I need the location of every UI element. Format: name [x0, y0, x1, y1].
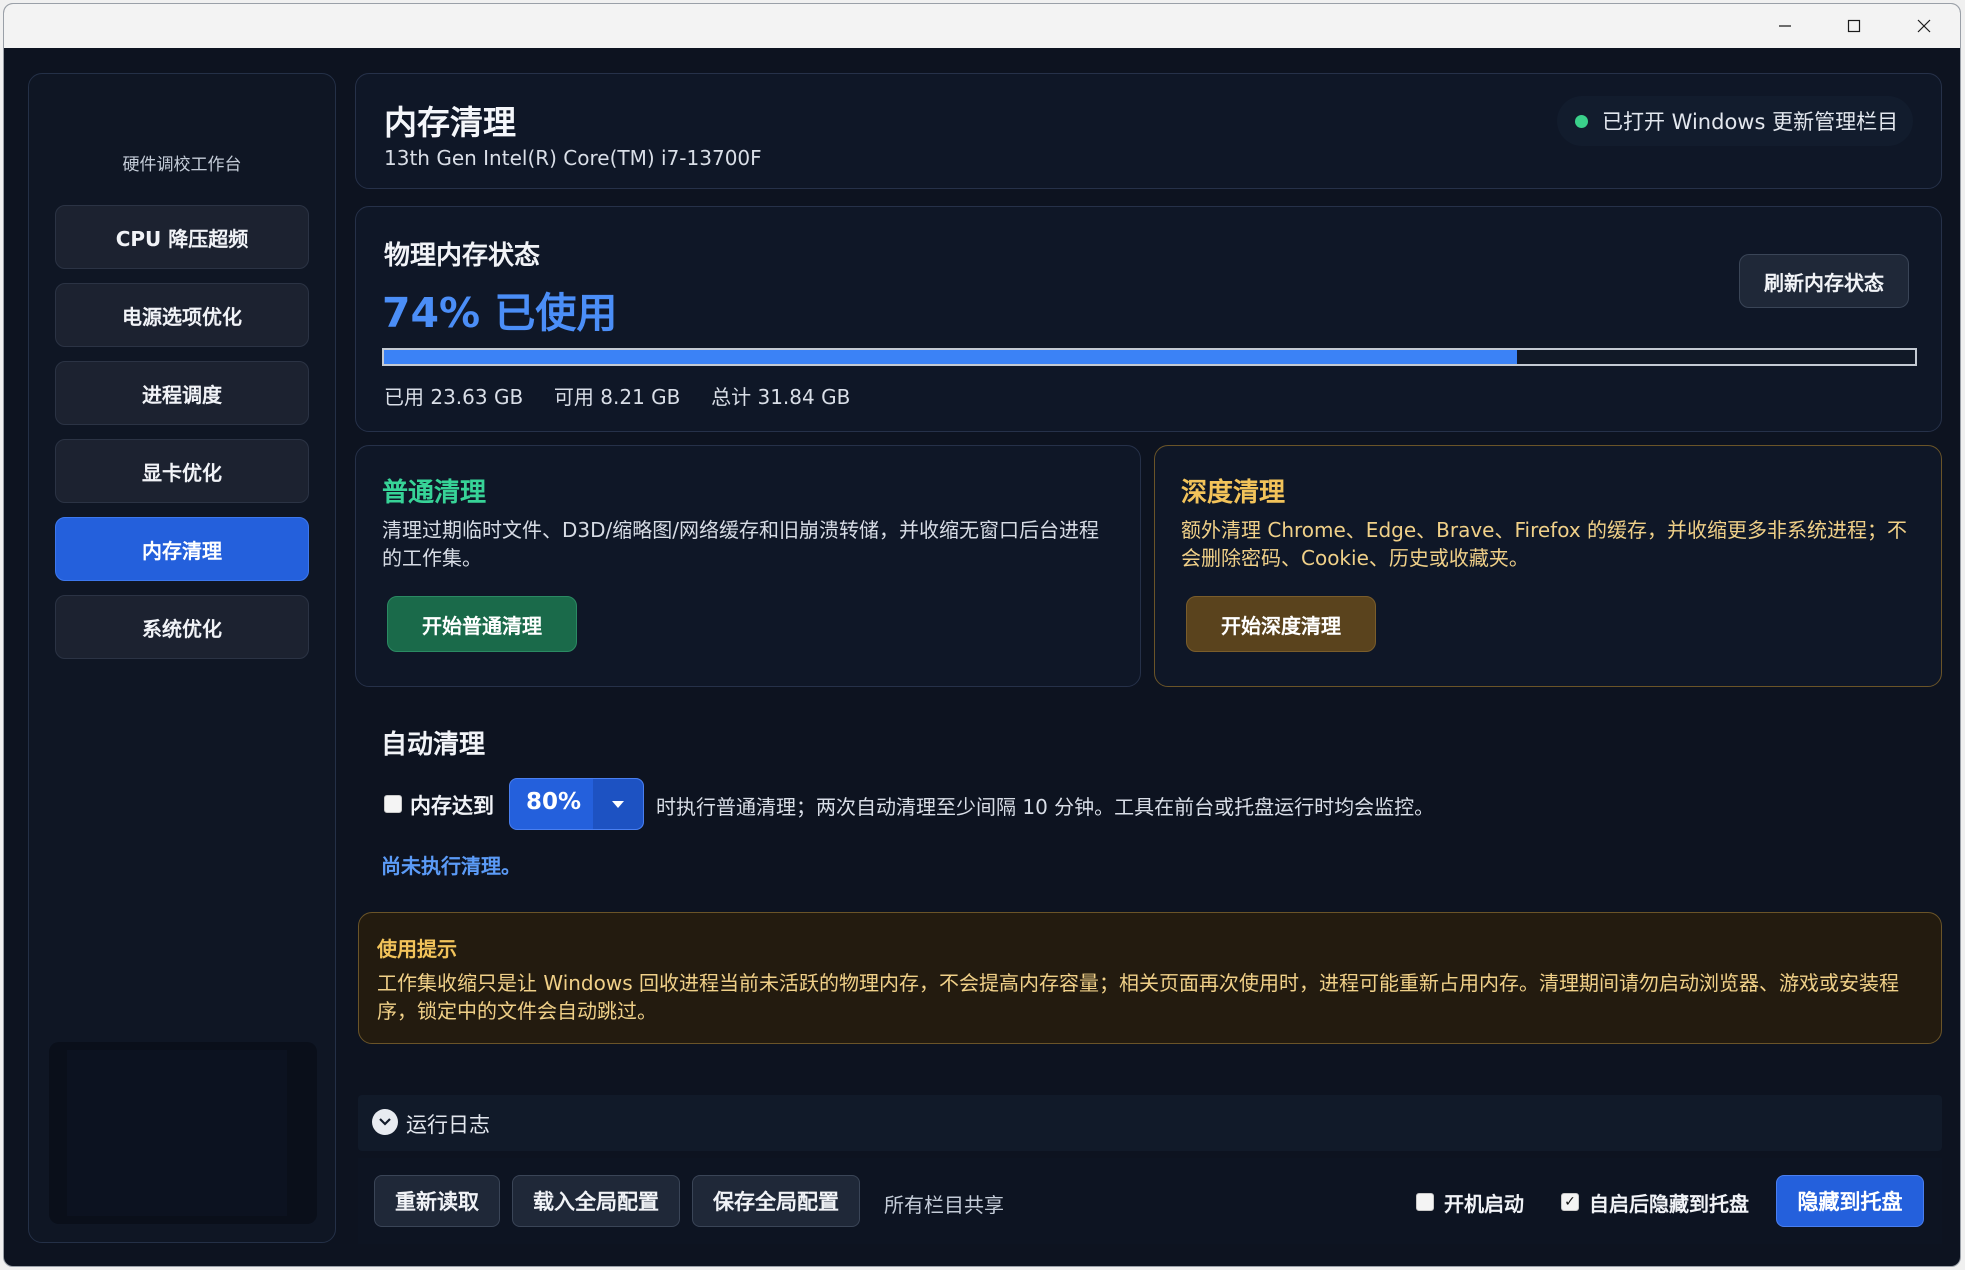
threshold-select[interactable]: 80%: [509, 778, 644, 830]
deep-clean-title: 深度清理: [1181, 478, 1286, 508]
memory-used: 已用 23.63 GB: [384, 385, 524, 409]
usage-tip-text: 工作集收缩只是让 Windows 回收进程当前未活跃的物理内存，不会提高内存容量…: [377, 971, 1899, 1023]
sidebar-preview-inner: [67, 1050, 287, 1216]
auto-clean-checkbox-label: 内存达到: [410, 794, 494, 818]
usage-tip-title: 使用提示: [377, 937, 457, 961]
app-window: 硬件调校工作台 CPU 降压超频 电源选项优化 进程调度 显卡优化 内存清理 系…: [3, 3, 1961, 1267]
sidebar-item-gpu[interactable]: 显卡优化: [55, 439, 309, 503]
sidebar-item-process[interactable]: 进程调度: [55, 361, 309, 425]
normal-clean-title: 普通清理: [382, 478, 487, 508]
load-global-config-button[interactable]: 载入全局配置: [512, 1175, 680, 1227]
auto-clean-title: 自动清理: [381, 730, 486, 760]
page-title: 内存清理: [384, 103, 516, 142]
maximize-icon: [1847, 19, 1861, 33]
sidebar-title: 硬件调校工作台: [122, 155, 242, 175]
memory-progress-bar: [382, 348, 1917, 366]
close-icon: [1917, 19, 1931, 33]
auto-clean-status: 尚未执行清理。: [381, 854, 521, 878]
hide-on-start-label: 自启后隐藏到托盘: [1589, 1192, 1749, 1216]
cpu-model: 13th Gen Intel(R) Core(TM) i7-13700F: [384, 146, 762, 170]
usage-tip-panel: 使用提示 工作集收缩只是让 Windows 回收进程当前未活跃的物理内存，不会提…: [358, 912, 1942, 1044]
threshold-value: 80%: [526, 789, 582, 815]
memory-usage-text: 74% 已使用: [382, 289, 618, 337]
sidebar: 硬件调校工作台 CPU 降压超频 电源选项优化 进程调度 显卡优化 内存清理 系…: [28, 73, 336, 1243]
memory-total: 总计 31.84 GB: [711, 385, 851, 409]
check-icon: ✓: [1564, 1194, 1576, 1210]
close-button[interactable]: [1889, 4, 1959, 48]
memory-status-panel: 物理内存状态 74% 已使用 已用 23.63 GB 可用 8.21 GB 总计…: [355, 206, 1942, 432]
autostart-label: 开机启动: [1444, 1192, 1524, 1216]
auto-clean-description: 时执行普通清理；两次自动清理至少间隔 10 分钟。工具在前台或托盘运行时均会监控…: [656, 795, 1435, 819]
save-global-config-button[interactable]: 保存全局配置: [692, 1175, 860, 1227]
status-dot-icon: [1575, 114, 1588, 128]
minimize-icon: [1779, 25, 1791, 27]
normal-clean-desc: 清理过期临时文件、D3D/缩略图/网络缓存和旧崩溃转储，并收缩无窗口后台进程的工…: [382, 518, 1100, 570]
status-badge: 已打开 Windows 更新管理栏目: [1557, 96, 1913, 146]
bottom-toolbar: 重新读取 载入全局配置 保存全局配置 所有栏目共享 开机启动 ✓ 自启后隐藏到托…: [358, 1158, 1942, 1244]
hide-on-start-checkbox[interactable]: ✓: [1561, 1193, 1579, 1211]
run-log-toggle[interactable]: 运行日志: [358, 1095, 1942, 1151]
autostart-checkbox[interactable]: [1416, 1193, 1434, 1211]
title-bar: [4, 4, 1960, 48]
auto-clean-checkbox[interactable]: [384, 795, 402, 813]
memory-status-title: 物理内存状态: [384, 241, 541, 271]
maximize-button[interactable]: [1819, 4, 1889, 48]
memory-progress-fill: [384, 350, 1517, 364]
sidebar-preview-area: [49, 1042, 317, 1224]
status-badge-text: 已打开 Windows 更新管理栏目: [1602, 110, 1899, 134]
run-log-label: 运行日志: [406, 1113, 490, 1137]
sidebar-item-cpu[interactable]: CPU 降压超频: [55, 205, 309, 269]
sidebar-item-memory[interactable]: 内存清理: [55, 517, 309, 581]
memory-available: 可用 8.21 GB: [553, 385, 681, 409]
minimize-button[interactable]: [1750, 4, 1820, 48]
sidebar-item-system[interactable]: 系统优化: [55, 595, 309, 659]
memory-stats: 已用 23.63 GB 可用 8.21 GB 总计 31.84 GB: [384, 381, 850, 410]
shared-config-note: 所有栏目共享: [884, 1193, 1004, 1217]
threshold-dropdown-toggle[interactable]: [593, 779, 643, 829]
refresh-memory-button[interactable]: 刷新内存状态: [1739, 254, 1909, 308]
start-deep-clean-button[interactable]: 开始深度清理: [1186, 596, 1376, 652]
hide-to-tray-button[interactable]: 隐藏到托盘: [1776, 1175, 1924, 1227]
sidebar-item-power[interactable]: 电源选项优化: [55, 283, 309, 347]
chevron-down-icon: [612, 801, 624, 808]
start-normal-clean-button[interactable]: 开始普通清理: [387, 596, 577, 652]
chevron-down-icon: [372, 1109, 398, 1135]
deep-clean-desc: 额外清理 Chrome、Edge、Brave、Firefox 的缓存，并收缩更多…: [1181, 518, 1908, 570]
reload-button[interactable]: 重新读取: [374, 1175, 500, 1227]
